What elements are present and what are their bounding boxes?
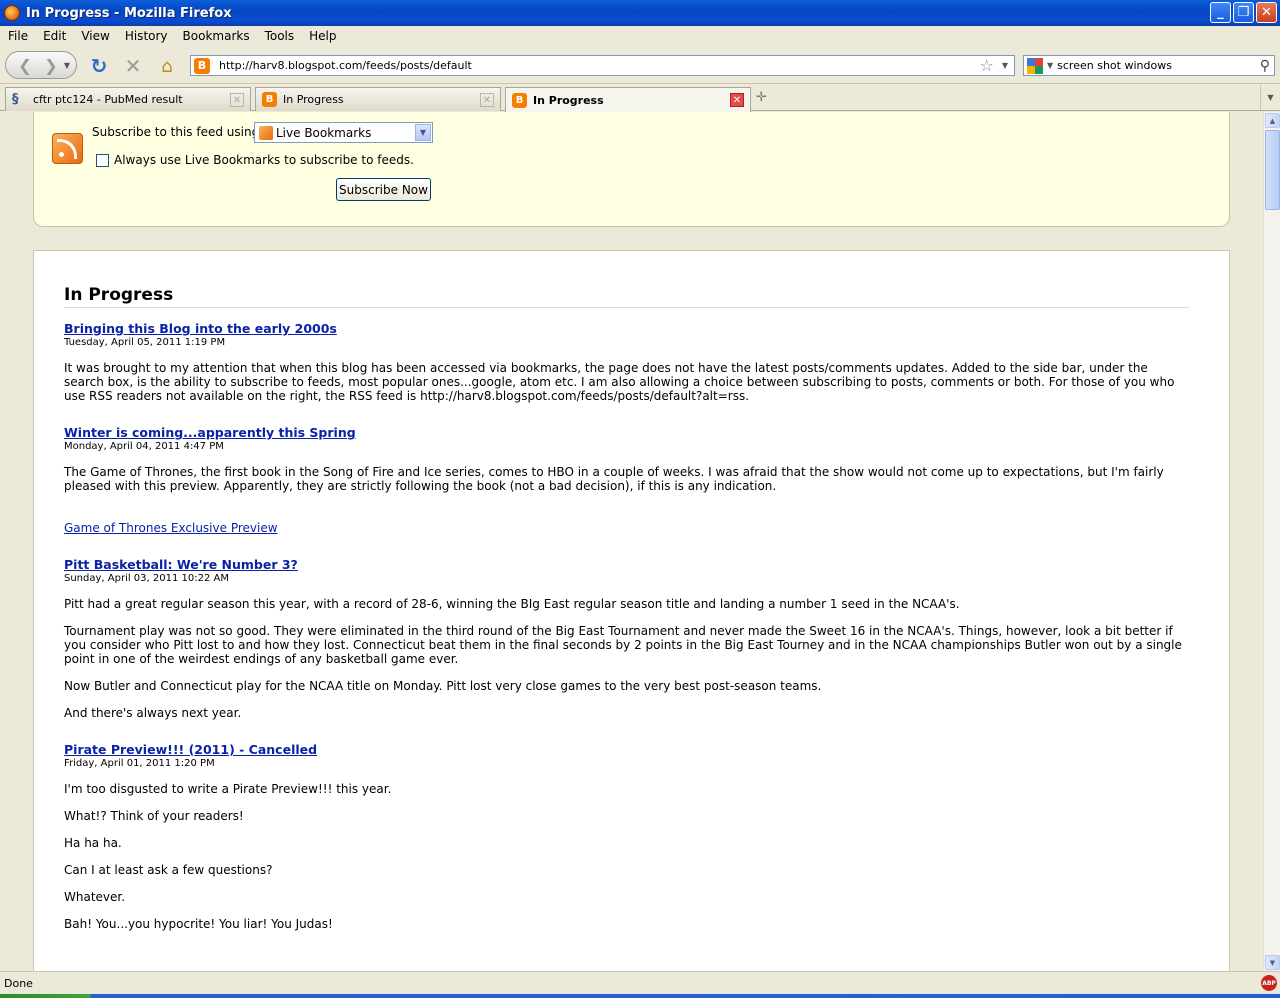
window-title: In Progress - Mozilla Firefox — [26, 5, 232, 21]
feed-entries: Bringing this Blog into the early 2000s … — [64, 321, 1189, 943]
entry-date: Friday, April 01, 2011 1:20 PM — [64, 758, 215, 769]
menu-tools[interactable]: Tools — [257, 29, 302, 43]
always-use-checkbox[interactable] — [96, 154, 109, 167]
entry-paragraph: Tournament play was not so good. They we… — [64, 624, 1182, 666]
entry-paragraph: And there's always next year. — [64, 706, 242, 720]
search-bar[interactable]: ▼ screen shot windows ⚲ — [1023, 55, 1275, 76]
bookmark-star-icon[interactable]: ☆ — [980, 56, 994, 75]
entry-inline-link[interactable]: Game of Thrones Exclusive Preview — [64, 521, 278, 535]
reload-icon[interactable]: ↻ — [88, 54, 110, 78]
tab-bar: § cftr ptc124 - PubMed result ✕ B In Pro… — [0, 85, 1280, 112]
menu-file[interactable]: File — [0, 29, 35, 43]
page-content: Subscribe to this feed using Live Bookma… — [0, 112, 1263, 971]
tab-pubmed[interactable]: § cftr ptc124 - PubMed result ✕ — [5, 87, 251, 111]
entry-date: Sunday, April 03, 2011 10:22 AM — [64, 573, 229, 584]
tab-label: cftr ptc124 - PubMed result — [33, 93, 183, 106]
entry-paragraph: Pitt had a great regular season this yea… — [64, 597, 960, 611]
status-bar: Done ABP — [0, 971, 1280, 994]
blogger-favicon-icon: B — [194, 57, 210, 74]
tab-list-dropdown-icon[interactable]: ▼ — [1260, 85, 1280, 110]
menu-help[interactable]: Help — [301, 29, 343, 43]
search-icon[interactable]: ⚲ — [1260, 58, 1270, 74]
tab-label: In Progress — [283, 93, 344, 106]
entry-title-link[interactable]: Bringing this Blog into the early 2000s — [64, 321, 1189, 336]
google-engine-icon[interactable] — [1027, 57, 1043, 74]
entry-paragraph: Bah! You...you hypocrite! You liar! You … — [64, 917, 333, 931]
scroll-down-icon[interactable]: ▼ — [1265, 955, 1280, 970]
subscribe-label: Subscribe to this feed using — [92, 125, 260, 139]
menu-bar: File Edit View History Bookmarks Tools H… — [0, 26, 1280, 46]
entry-paragraph: It was brought to my attention that when… — [64, 361, 1175, 403]
new-tab-icon[interactable]: ✛ — [756, 90, 767, 105]
entry-date: Tuesday, April 05, 2011 1:19 PM — [64, 337, 226, 348]
feed-title: In Progress — [64, 285, 1189, 308]
menu-edit[interactable]: Edit — [35, 29, 73, 43]
feed-reader-select[interactable]: Live Bookmarks ▼ — [254, 122, 433, 143]
entry-title-link[interactable]: Winter is coming...apparently this Sprin… — [64, 425, 1189, 440]
always-use-label: Always use Live Bookmarks to subscribe t… — [114, 153, 414, 167]
subscribe-now-button[interactable]: Subscribe Now — [336, 178, 431, 201]
ncbi-favicon-icon: § — [12, 92, 19, 107]
status-text: Done — [4, 976, 33, 990]
address-dropdown-icon[interactable]: ▼ — [1002, 61, 1008, 70]
close-tab-icon[interactable]: ✕ — [230, 93, 244, 107]
history-dropdown-icon[interactable]: ▼ — [64, 61, 70, 70]
tab-in-progress-active[interactable]: B In Progress ✕ — [505, 87, 751, 112]
menu-view[interactable]: View — [73, 29, 116, 43]
tab-in-progress[interactable]: B In Progress ✕ — [255, 87, 501, 111]
feed-subscribe-box: Subscribe to this feed using Live Bookma… — [33, 112, 1230, 227]
scrollbar-thumb[interactable] — [1265, 130, 1280, 210]
blogger-favicon-icon: B — [262, 92, 277, 107]
rss-icon — [259, 125, 273, 140]
address-bar[interactable]: B http://harv8.blogspot.com/feeds/posts/… — [190, 55, 1015, 76]
menu-bookmarks[interactable]: Bookmarks — [175, 29, 257, 43]
tab-label: In Progress — [533, 93, 604, 107]
feed-entry: Bringing this Blog into the early 2000s … — [64, 321, 1189, 403]
blogger-favicon-icon: B — [512, 92, 527, 108]
search-input[interactable]: screen shot windows — [1057, 59, 1260, 72]
menu-history[interactable]: History — [117, 29, 175, 43]
entry-paragraph: Can I at least ask a few questions? — [64, 863, 273, 877]
minimize-button[interactable]: _ — [1210, 2, 1231, 23]
entry-paragraph: Whatever. — [64, 890, 126, 904]
stop-icon[interactable]: ✕ — [122, 54, 144, 78]
window-titlebar: In Progress - Mozilla Firefox _ ❐ ✕ — [0, 0, 1280, 26]
vertical-scrollbar[interactable]: ▲ ▼ — [1263, 112, 1280, 971]
entry-title-link[interactable]: Pitt Basketball: We're Number 3? — [64, 557, 1189, 572]
scroll-up-icon[interactable]: ▲ — [1265, 113, 1280, 128]
entry-paragraph: I'm too disgusted to write a Pirate Prev… — [64, 782, 392, 796]
close-tab-icon[interactable]: ✕ — [480, 93, 494, 107]
feed-entry: Pirate Preview!!! (2011) - Cancelled Fri… — [64, 742, 1189, 931]
entry-title-link[interactable]: Pirate Preview!!! (2011) - Cancelled — [64, 742, 1189, 757]
back-arrow-icon[interactable]: ❮ — [12, 56, 38, 75]
firefox-logo-icon — [4, 5, 20, 21]
address-input[interactable]: http://harv8.blogspot.com/feeds/posts/de… — [219, 59, 980, 72]
entry-paragraph: What!? Think of your readers! — [64, 809, 244, 823]
rss-feed-icon — [52, 133, 83, 164]
feed-reader-value: Live Bookmarks — [276, 125, 372, 140]
engine-dropdown-icon[interactable]: ▼ — [1047, 61, 1053, 70]
entry-date: Monday, April 04, 2011 4:47 PM — [64, 441, 224, 452]
forward-arrow-icon[interactable]: ❯ — [38, 56, 64, 75]
close-tab-icon[interactable]: ✕ — [730, 93, 744, 107]
entry-paragraph: Now Butler and Connecticut play for the … — [64, 679, 822, 693]
feed-body: In Progress Bringing this Blog into the … — [33, 250, 1230, 971]
navigation-toolbar: ❮ ❯ ▼ ↻ ✕ ⌂ B http://harv8.blogspot.com/… — [0, 46, 1280, 84]
feed-entry: Pitt Basketball: We're Number 3? Sunday,… — [64, 557, 1189, 720]
chevron-down-icon[interactable]: ▼ — [415, 124, 431, 141]
close-window-button[interactable]: ✕ — [1256, 2, 1277, 23]
entry-paragraph: Ha ha ha. — [64, 836, 122, 850]
adblock-icon[interactable]: ABP — [1261, 975, 1277, 991]
restore-button[interactable]: ❐ — [1233, 2, 1254, 23]
home-icon[interactable]: ⌂ — [156, 55, 178, 77]
feed-entry: Winter is coming...apparently this Sprin… — [64, 425, 1189, 535]
entry-paragraph: The Game of Thrones, the first book in t… — [64, 465, 1164, 493]
back-forward-group: ❮ ❯ ▼ — [5, 51, 77, 79]
taskbar-strip — [0, 994, 1280, 998]
